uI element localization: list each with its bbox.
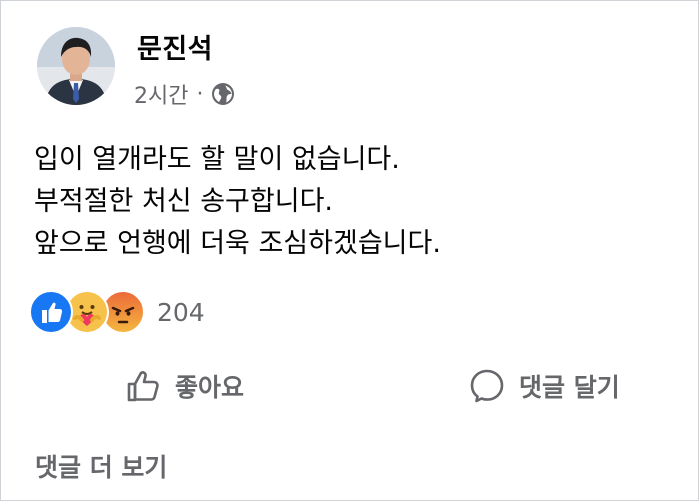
author-avatar[interactable] [37,27,115,105]
author-name[interactable]: 문진석 [137,27,213,66]
post-line: 부적절한 처신 송구합니다. [34,186,333,217]
comment-bubble-icon [470,369,504,403]
action-bar: 좋아요 댓글 달기 [1,361,698,411]
post-card: 문진석 2시간 · 입이 열개라도 할 말이 없습니다. 부적절한 처신 송구합… [0,0,699,501]
post-line: 앞으로 언행에 더욱 조심하겠습니다. [34,228,441,259]
meta-separator: · [196,81,204,107]
post-time[interactable]: 2시간 [134,78,188,110]
comment-button[interactable]: 댓글 달기 [467,361,620,411]
globe-icon[interactable] [211,82,235,106]
like-button[interactable]: 좋아요 [123,361,244,411]
like-reaction-icon [29,290,73,334]
comment-button-label: 댓글 달기 [519,373,620,402]
reaction-count[interactable]: 204 [157,298,205,327]
post-meta: 2시간 · [134,77,235,111]
post-line: 입이 열개라도 할 말이 없습니다. [34,144,400,175]
view-more-comments-link[interactable]: 댓글 더 보기 [35,448,167,484]
post-body: 입이 열개라도 할 말이 없습니다. 부적절한 처신 송구합니다. 앞으로 언행… [34,139,441,265]
thumbs-up-icon [127,371,159,402]
avatar-photo [37,27,115,105]
reactions-summary[interactable]: 204 [29,290,205,334]
like-button-label: 좋아요 [175,373,245,402]
